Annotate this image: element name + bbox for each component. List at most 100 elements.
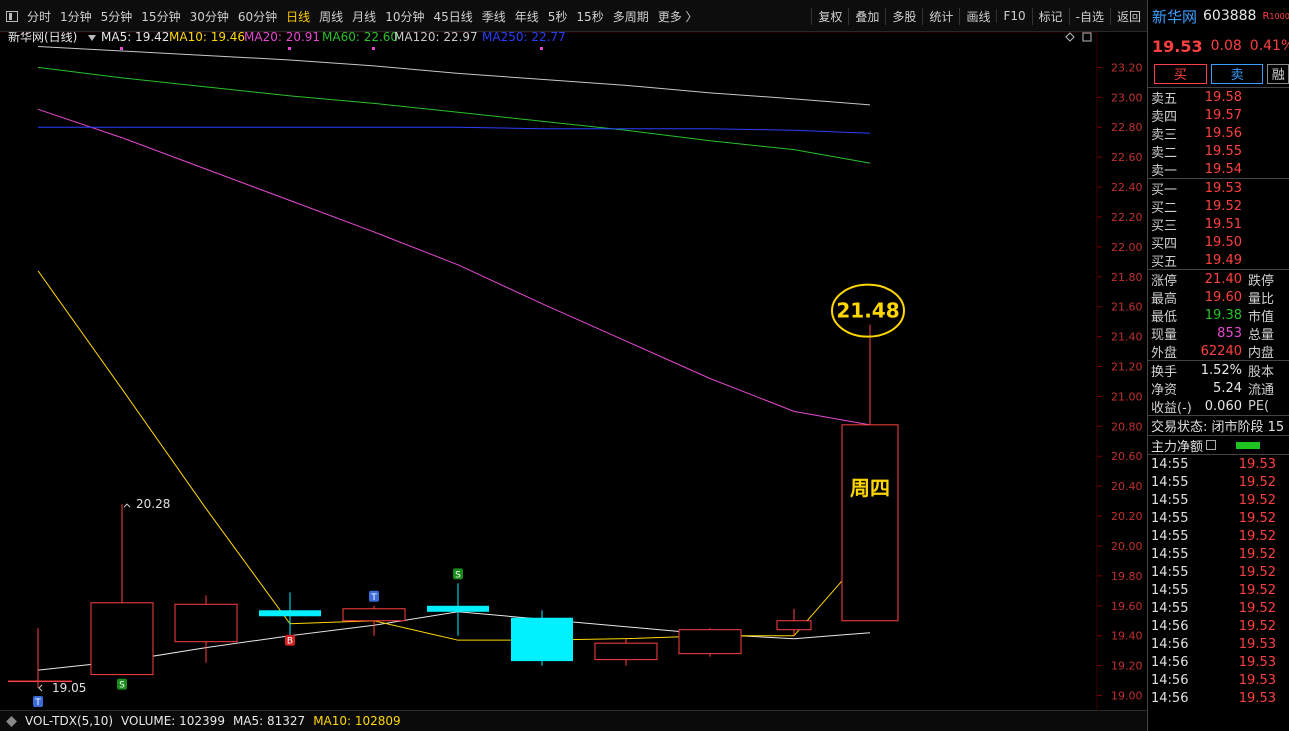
period-tab[interactable]: 15分钟	[141, 8, 180, 25]
tick-time: 14:56	[1151, 618, 1189, 634]
quote-row[interactable]: 卖一 19.54	[1148, 160, 1289, 179]
quote-row[interactable]: 买一 19.53	[1148, 179, 1289, 198]
buy-button[interactable]: 买	[1154, 63, 1207, 84]
tick-list[interactable]: 14:55 19.53 14:55 19.52 14:55 19.52 14:55 19.52…	[1148, 455, 1289, 707]
quote-row[interactable]: 卖三 19.56	[1148, 124, 1289, 143]
stat-extra-label: 量比	[1248, 291, 1275, 307]
toolbar-button[interactable]: 返回	[1109, 7, 1147, 25]
tick-row: 14:55 19.52	[1148, 581, 1289, 599]
ask-book: 卖五 19.58 卖四 19.57 卖三 19.56 卖二 19.55 卖一 19.54	[1148, 88, 1289, 179]
signal-marker-label: S	[455, 570, 461, 580]
quote-row-price: 19.50	[1204, 234, 1242, 250]
list-icon[interactable]	[1206, 440, 1217, 450]
quote-row-label: 卖四	[1151, 109, 1178, 125]
y-tick-label: 20.20	[1111, 510, 1143, 523]
stock-name[interactable]: 新华网	[1152, 6, 1197, 27]
volume-ma10: MA10: 102809	[313, 714, 401, 728]
sell-button[interactable]: 卖	[1210, 63, 1264, 84]
candle-body	[259, 610, 321, 617]
ma-line-ma250	[38, 126, 871, 134]
period-tab[interactable]: 更多 〉	[658, 8, 698, 25]
quote-row-label: 买四	[1151, 236, 1178, 252]
period-tab[interactable]: 年线	[515, 8, 539, 25]
kline-svg[interactable]: 23.20 23.00 22.80 22.60 22.40 22.20 22.00 21.80…	[0, 32, 1147, 710]
quote-row[interactable]: 卖四 19.57	[1148, 106, 1289, 125]
toolbar-button[interactable]: F10	[996, 9, 1031, 23]
quote-row[interactable]: 买四 19.50	[1148, 233, 1289, 252]
ma-marker-dot	[372, 47, 375, 50]
quote-row-price: 19.51	[1204, 216, 1242, 232]
stat-row: 最低 19.38 市值	[1148, 306, 1289, 325]
quote-row-label: 卖三	[1151, 127, 1178, 143]
candle-body	[342, 608, 406, 622]
period-tab[interactable]: 1分钟	[60, 8, 92, 25]
period-toolbar: 分时 1分钟 5分钟 15分钟 30分钟 60分钟 日线 周线 月线 10分钟 45日线 季线 年线 5秒…	[0, 0, 1147, 32]
quote-row[interactable]: 买三 19.51	[1148, 215, 1289, 234]
period-tab[interactable]: 30分钟	[190, 8, 229, 25]
quote-row-price: 19.54	[1204, 161, 1242, 177]
ma-line-ma10	[37, 270, 871, 641]
stat-label: 外盘	[1151, 345, 1178, 361]
price-change-pct: 0.41%	[1249, 38, 1289, 54]
quote-row-price: 19.52	[1204, 198, 1242, 214]
period-tab[interactable]: 日线	[286, 8, 310, 25]
kline-chart[interactable]: 23.20 23.00 22.80 22.60 22.40 22.20 22.00 21.80…	[0, 32, 1147, 710]
tick-price: 19.52	[1238, 582, 1276, 598]
period-tab[interactable]: 周线	[319, 8, 343, 25]
margin-button[interactable]: 融	[1267, 63, 1289, 84]
panel-toggle-icon[interactable]	[6, 10, 18, 22]
stat-value: 62240	[1200, 343, 1242, 359]
tick-time: 14:55	[1151, 546, 1189, 562]
stat-value: 853	[1217, 325, 1242, 341]
quote-row[interactable]: 卖二 19.55	[1148, 142, 1289, 161]
toolbar-button[interactable]: 统计	[922, 7, 959, 25]
tick-row: 14:55 19.52	[1148, 545, 1289, 563]
tick-row: 14:56 19.53	[1148, 635, 1289, 653]
period-tab[interactable]: 5分钟	[101, 8, 133, 25]
toolbar-button[interactable]: 标记	[1031, 7, 1069, 25]
tick-time: 14:55	[1151, 564, 1189, 580]
toolbar-button[interactable]: 叠加	[848, 7, 885, 25]
stat-extra-label: 跌停	[1248, 273, 1275, 289]
candle-body	[776, 620, 812, 631]
toolbar-button[interactable]: 画线	[959, 7, 996, 25]
period-tab[interactable]: 季线	[482, 8, 506, 25]
period-tab[interactable]: 10分钟	[385, 8, 424, 25]
period-tab[interactable]: 15秒	[576, 8, 603, 25]
tick-time: 14:55	[1151, 600, 1189, 616]
tick-time: 14:55	[1151, 474, 1189, 490]
main-flow-row: 主力净额	[1148, 436, 1289, 455]
current-price: 19.53	[1152, 36, 1203, 56]
stat-label: 收益(-)	[1151, 400, 1192, 416]
y-tick-label: 22.20	[1111, 211, 1143, 224]
volume-icon[interactable]	[6, 715, 17, 727]
y-tick-label: 23.00	[1111, 91, 1143, 104]
tick-time: 14:56	[1151, 654, 1189, 670]
volume-name: VOL-TDX(5,10)	[25, 714, 114, 728]
period-tab[interactable]: 60分钟	[238, 8, 277, 25]
period-tab[interactable]: 分时	[27, 8, 51, 25]
trade-status: 交易状态: 闭市阶段 15	[1151, 420, 1285, 435]
toolbar-button[interactable]: 多股	[885, 7, 922, 25]
margin-button-label: 融	[1271, 68, 1285, 83]
ma-marker-dot	[540, 47, 543, 50]
period-tab[interactable]: 45日线	[433, 8, 472, 25]
quote-row[interactable]: 买二 19.52	[1148, 197, 1289, 216]
toolbar-button[interactable]: -自选	[1068, 7, 1110, 25]
y-tick-label: 21.80	[1111, 271, 1143, 284]
net-flow-bar	[1236, 441, 1261, 449]
tick-price: 19.52	[1238, 474, 1276, 490]
quote-row[interactable]: 卖五 19.58	[1148, 88, 1289, 107]
toolbar-button[interactable]: 复权	[811, 7, 848, 25]
quote-row[interactable]: 买五 19.49	[1148, 251, 1289, 270]
stat-value: 21.40	[1204, 271, 1242, 287]
period-tab[interactable]: 多周期	[613, 8, 649, 25]
y-tick-label: 20.60	[1111, 450, 1143, 463]
period-tab[interactable]: 月线	[352, 8, 376, 25]
stock-header: 新华网 603888 R1000	[1148, 0, 1289, 32]
period-tab[interactable]: 5秒	[548, 8, 568, 25]
stats-block-1: 涨停 21.40 跌停 最高 19.60 量比 最低 19.38 市值 现量 853 总量 外盘 6224…	[1148, 270, 1289, 361]
y-tick-label: 21.60	[1111, 301, 1143, 314]
y-tick-label: 20.80	[1111, 420, 1143, 433]
price-line: 19.53 0.08 0.41%	[1148, 32, 1289, 60]
